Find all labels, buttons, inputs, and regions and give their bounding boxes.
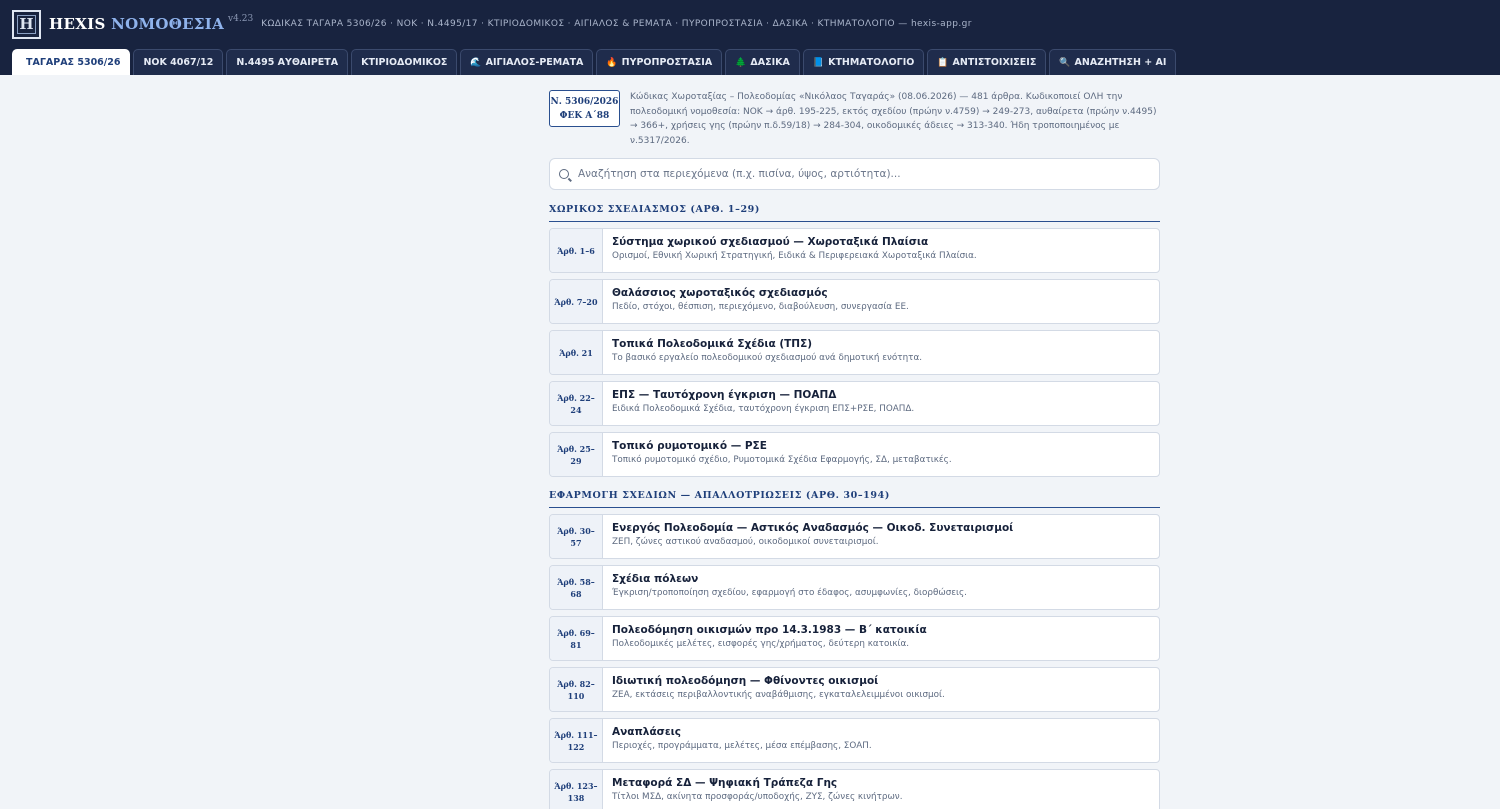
section-title: ΕΦΑΡΜΟΓΗ ΣΧΕΔΙΩΝ — ΑΠΑΛΛΟΤΡΙΩΣΕΙΣ (ΑΡΘ. …	[549, 490, 1160, 508]
version-label: v4.23	[228, 14, 254, 24]
tab-label: ΤΑΓΑΡΑΣ 5306/26	[26, 57, 121, 68]
tab-nok[interactable]: ΝΟΚ 4067/12	[133, 49, 224, 75]
article-range: Άρθ. 1–6	[550, 229, 603, 272]
article-title: Πολεοδόμηση οικισμών προ 14.3.1983 — Β΄ …	[612, 624, 927, 636]
tab-ktiriodomikos[interactable]: ΚΤΙΡΙΟΔΟΜΙΚΟΣ	[351, 49, 458, 75]
header-subtitle: ΚΩΔΙΚΑΣ ΤΑΓΑΡΑ 5306/26 · ΝΟΚ · Ν.4495/17…	[261, 19, 972, 29]
article-summary: ΖΕΠ, ζώνες αστικού αναδασμού, οικοδομικο…	[612, 537, 879, 547]
law-fek: ΦΕΚ Α΄88	[559, 110, 610, 121]
article-card[interactable]: Άρθ. 25–29 Τοπικό ρυμοτομικό — ΡΣΕ Τοπικό …	[549, 432, 1160, 477]
article-range: Άρθ. 25–29	[550, 433, 603, 476]
tab-antistoixiseis[interactable]: 📋 ΑΝΤΙΣΤΟΙΧΙΣΕΙΣ	[927, 49, 1047, 75]
search-input[interactable]	[578, 168, 1138, 180]
section-title: ΧΩΡΙΚΟΣ ΣΧΕΔΙΑΣΜΟΣ (ΑΡΘ. 1–29)	[549, 204, 1160, 222]
article-title: Ενεργός Πολεοδομία — Αστικός Αναδασμός —…	[612, 522, 1014, 534]
tab-ktimatologio[interactable]: 📘 ΚΤΗΜΑΤΟΛΟΓΙΟ	[802, 49, 925, 75]
article-range: Άρθ. 82–110	[550, 668, 603, 711]
article-range: Άρθ. 21	[550, 331, 603, 374]
tab-bar: ΤΑΓΑΡΑΣ 5306/26 ΝΟΚ 4067/12 Ν.4495 ΑΥΘΑΙ…	[0, 48, 1500, 75]
article-card[interactable]: Άρθ. 22–24 ΕΠΣ — Ταυτόχρονη έγκριση — ΠΟΑ…	[549, 381, 1160, 426]
article-range: Άρθ. 123–138	[550, 770, 603, 809]
article-summary: Περιοχές, προγράμματα, μελέτες, μέσα επέ…	[612, 741, 872, 751]
search-box	[549, 158, 1160, 190]
hexis-logo[interactable]: H	[12, 9, 41, 39]
clipboard-icon: 📋	[937, 57, 949, 68]
article-summary: Ορισμοί, Εθνική Χωρική Στρατηγική, Ειδικ…	[612, 251, 977, 261]
article-list: Άρθ. 1–6 Σύστημα χωρικού σχεδιασμού — Χωρ…	[549, 228, 1160, 477]
tab-label: ΠΥΡΟΠΡΟΣΤΑΣΙΑ	[621, 57, 713, 68]
tab-n4495-afthaireta[interactable]: Ν.4495 ΑΥΘΑΙΡΕΤΑ	[226, 49, 349, 75]
article-range: Άρθ. 69–81	[550, 617, 603, 660]
article-summary: Ειδικά Πολεοδομικά Σχέδια, ταυτόχρονη έγ…	[612, 404, 915, 414]
article-card[interactable]: Άρθ. 30–57 Ενεργός Πολεοδομία — Αστικός Α…	[549, 514, 1160, 559]
article-list: Άρθ. 30–57 Ενεργός Πολεοδομία — Αστικός Α…	[549, 514, 1160, 809]
logo-glyph: H	[19, 15, 34, 33]
book-icon: 📘	[812, 57, 825, 68]
article-title: ΕΠΣ — Ταυτόχρονη έγκριση — ΠΟΑΠΔ	[612, 389, 837, 401]
tab-search-ai[interactable]: 🔍 ΑΝΑΖΗΤΗΣΗ + AI	[1049, 49, 1177, 75]
tab-label: Ν.4495 ΑΥΘΑΙΡΕΤΑ	[236, 57, 339, 68]
article-title: Ιδιωτική πολεοδόμηση — Φθίνοντες οικισμο…	[612, 675, 879, 687]
article-summary: Τοπικό ρυμοτομικό σχέδιο, Ρυμοτομικά Σχέ…	[612, 455, 952, 465]
article-title: Σχέδια πόλεων	[612, 573, 699, 585]
search-icon	[559, 169, 569, 179]
article-card[interactable]: Άρθ. 58–68 Σχέδια πόλεων Έγκριση/τροποποίη…	[549, 565, 1160, 610]
article-card[interactable]: Άρθ. 7–20 Θαλάσσιος χωροταξικός σχεδιασμό…	[549, 279, 1160, 324]
article-range: Άρθ. 22–24	[550, 382, 603, 425]
brand-name: HEXIS	[49, 15, 106, 33]
article-title: Τοπικά Πολεοδομικά Σχέδια (ΤΠΣ)	[612, 338, 813, 350]
law-badge: Ν. 5306/2026 ΦΕΚ Α΄88	[549, 90, 620, 127]
brand-title: HEXIS ΝΟΜΟΘΕΣΙΑ	[49, 15, 224, 33]
top-header: H HEXIS ΝΟΜΟΘΕΣΙΑ v4.23 ΚΩΔΙΚΑΣ ΤΑΓΑΡΑ 5…	[0, 0, 1500, 48]
article-title: Θαλάσσιος χωροταξικός σχεδιασμός	[612, 287, 828, 299]
tab-label: ΔΑΣΙΚΑ	[750, 57, 790, 68]
tab-label: ΑΙΓΙΑΛΟΣ-ΡΕΜΑΤΑ	[485, 57, 584, 68]
article-card[interactable]: Άρθ. 123–138 Μεταφορά ΣΔ — Ψηφιακή Τράπεζ…	[549, 769, 1160, 809]
article-summary: Πεδίο, στόχοι, θέσπιση, περιεχόμενο, δια…	[612, 302, 909, 312]
article-card[interactable]: Άρθ. 82–110 Ιδιωτική πολεοδόμηση — Φθίνον…	[549, 667, 1160, 712]
article-card[interactable]: Άρθ. 1–6 Σύστημα χωρικού σχεδιασμού — Χωρ…	[549, 228, 1160, 273]
article-title: Μεταφορά ΣΔ — Ψηφιακή Τράπεζα Γης	[612, 777, 838, 789]
article-range: Άρθ. 58–68	[550, 566, 603, 609]
article-range: Άρθ. 30–57	[550, 515, 603, 558]
article-summary: Πολεοδομικές μελέτες, εισφορές γης/χρήμα…	[612, 639, 910, 649]
law-summary: Ν. 5306/2026 ΦΕΚ Α΄88 Κώδικας Χωροταξίας…	[549, 90, 1160, 148]
search-icon: 🔍	[1059, 57, 1071, 68]
tab-label: ΑΝΤΙΣΤΟΙΧΙΣΕΙΣ	[952, 57, 1037, 68]
article-range: Άρθ. 7–20	[550, 280, 603, 323]
brand-product: ΝΟΜΟΘΕΣΙΑ	[111, 15, 225, 33]
tab-pyroprostasia[interactable]: 🔥 ΠΥΡΟΠΡΟΣΤΑΣΙΑ	[596, 49, 723, 75]
tab-aigialos-remata[interactable]: 🌊 ΑΙΓΙΑΛΟΣ-ΡΕΜΑΤΑ	[460, 49, 594, 75]
tab-label: ΚΤΙΡΙΟΔΟΜΙΚΟΣ	[361, 57, 448, 68]
article-title: Σύστημα χωρικού σχεδιασμού — Χωροταξικά …	[612, 236, 929, 248]
tree-icon: 🌲	[735, 57, 747, 68]
fire-icon: 🔥	[606, 57, 618, 68]
law-number: Ν. 5306/2026	[550, 96, 619, 107]
article-card[interactable]: Άρθ. 21 Τοπικά Πολεοδομικά Σχέδια (ΤΠΣ) Το…	[549, 330, 1160, 375]
article-summary: Τίτλοι ΜΣΔ, ακίνητα προσφοράς/υποδοχής, …	[612, 792, 903, 802]
tab-label: ΝΟΚ 4067/12	[143, 57, 214, 68]
article-card[interactable]: Άρθ. 111–122 Αναπλάσεις Περιοχές, προγράμμ…	[549, 718, 1160, 763]
tab-label: ΑΝΑΖΗΤΗΣΗ + AI	[1074, 57, 1167, 68]
article-title: Τοπικό ρυμοτομικό — ΡΣΕ	[612, 440, 767, 452]
article-title: Αναπλάσεις	[612, 726, 681, 738]
main-content: Ν. 5306/2026 ΦΕΚ Α΄88 Κώδικας Χωροταξίας…	[549, 90, 1160, 809]
article-summary: Έγκριση/τροποποίηση σχεδίου, εφαρμογή στ…	[612, 588, 967, 598]
law-description: Κώδικας Χωροταξίας – Πολεοδομίας «Νικόλα…	[630, 92, 1157, 146]
article-summary: Το βασικό εργαλείο πολεοδομικού σχεδιασμ…	[612, 353, 923, 363]
article-card[interactable]: Άρθ. 69–81 Πολεοδόμηση οικισμών προ 14.3.…	[549, 616, 1160, 661]
tab-label: ΚΤΗΜΑΤΟΛΟΓΙΟ	[828, 57, 915, 68]
wave-icon: 🌊	[470, 57, 482, 68]
article-summary: ΖΕΑ, εκτάσεις περιβαλλοντικής αναβάθμιση…	[612, 690, 945, 700]
tab-dasika[interactable]: 🌲 ΔΑΣΙΚΑ	[725, 49, 800, 75]
tab-tagaras[interactable]: ΤΑΓΑΡΑΣ 5306/26	[12, 49, 131, 75]
article-range: Άρθ. 111–122	[550, 719, 603, 762]
